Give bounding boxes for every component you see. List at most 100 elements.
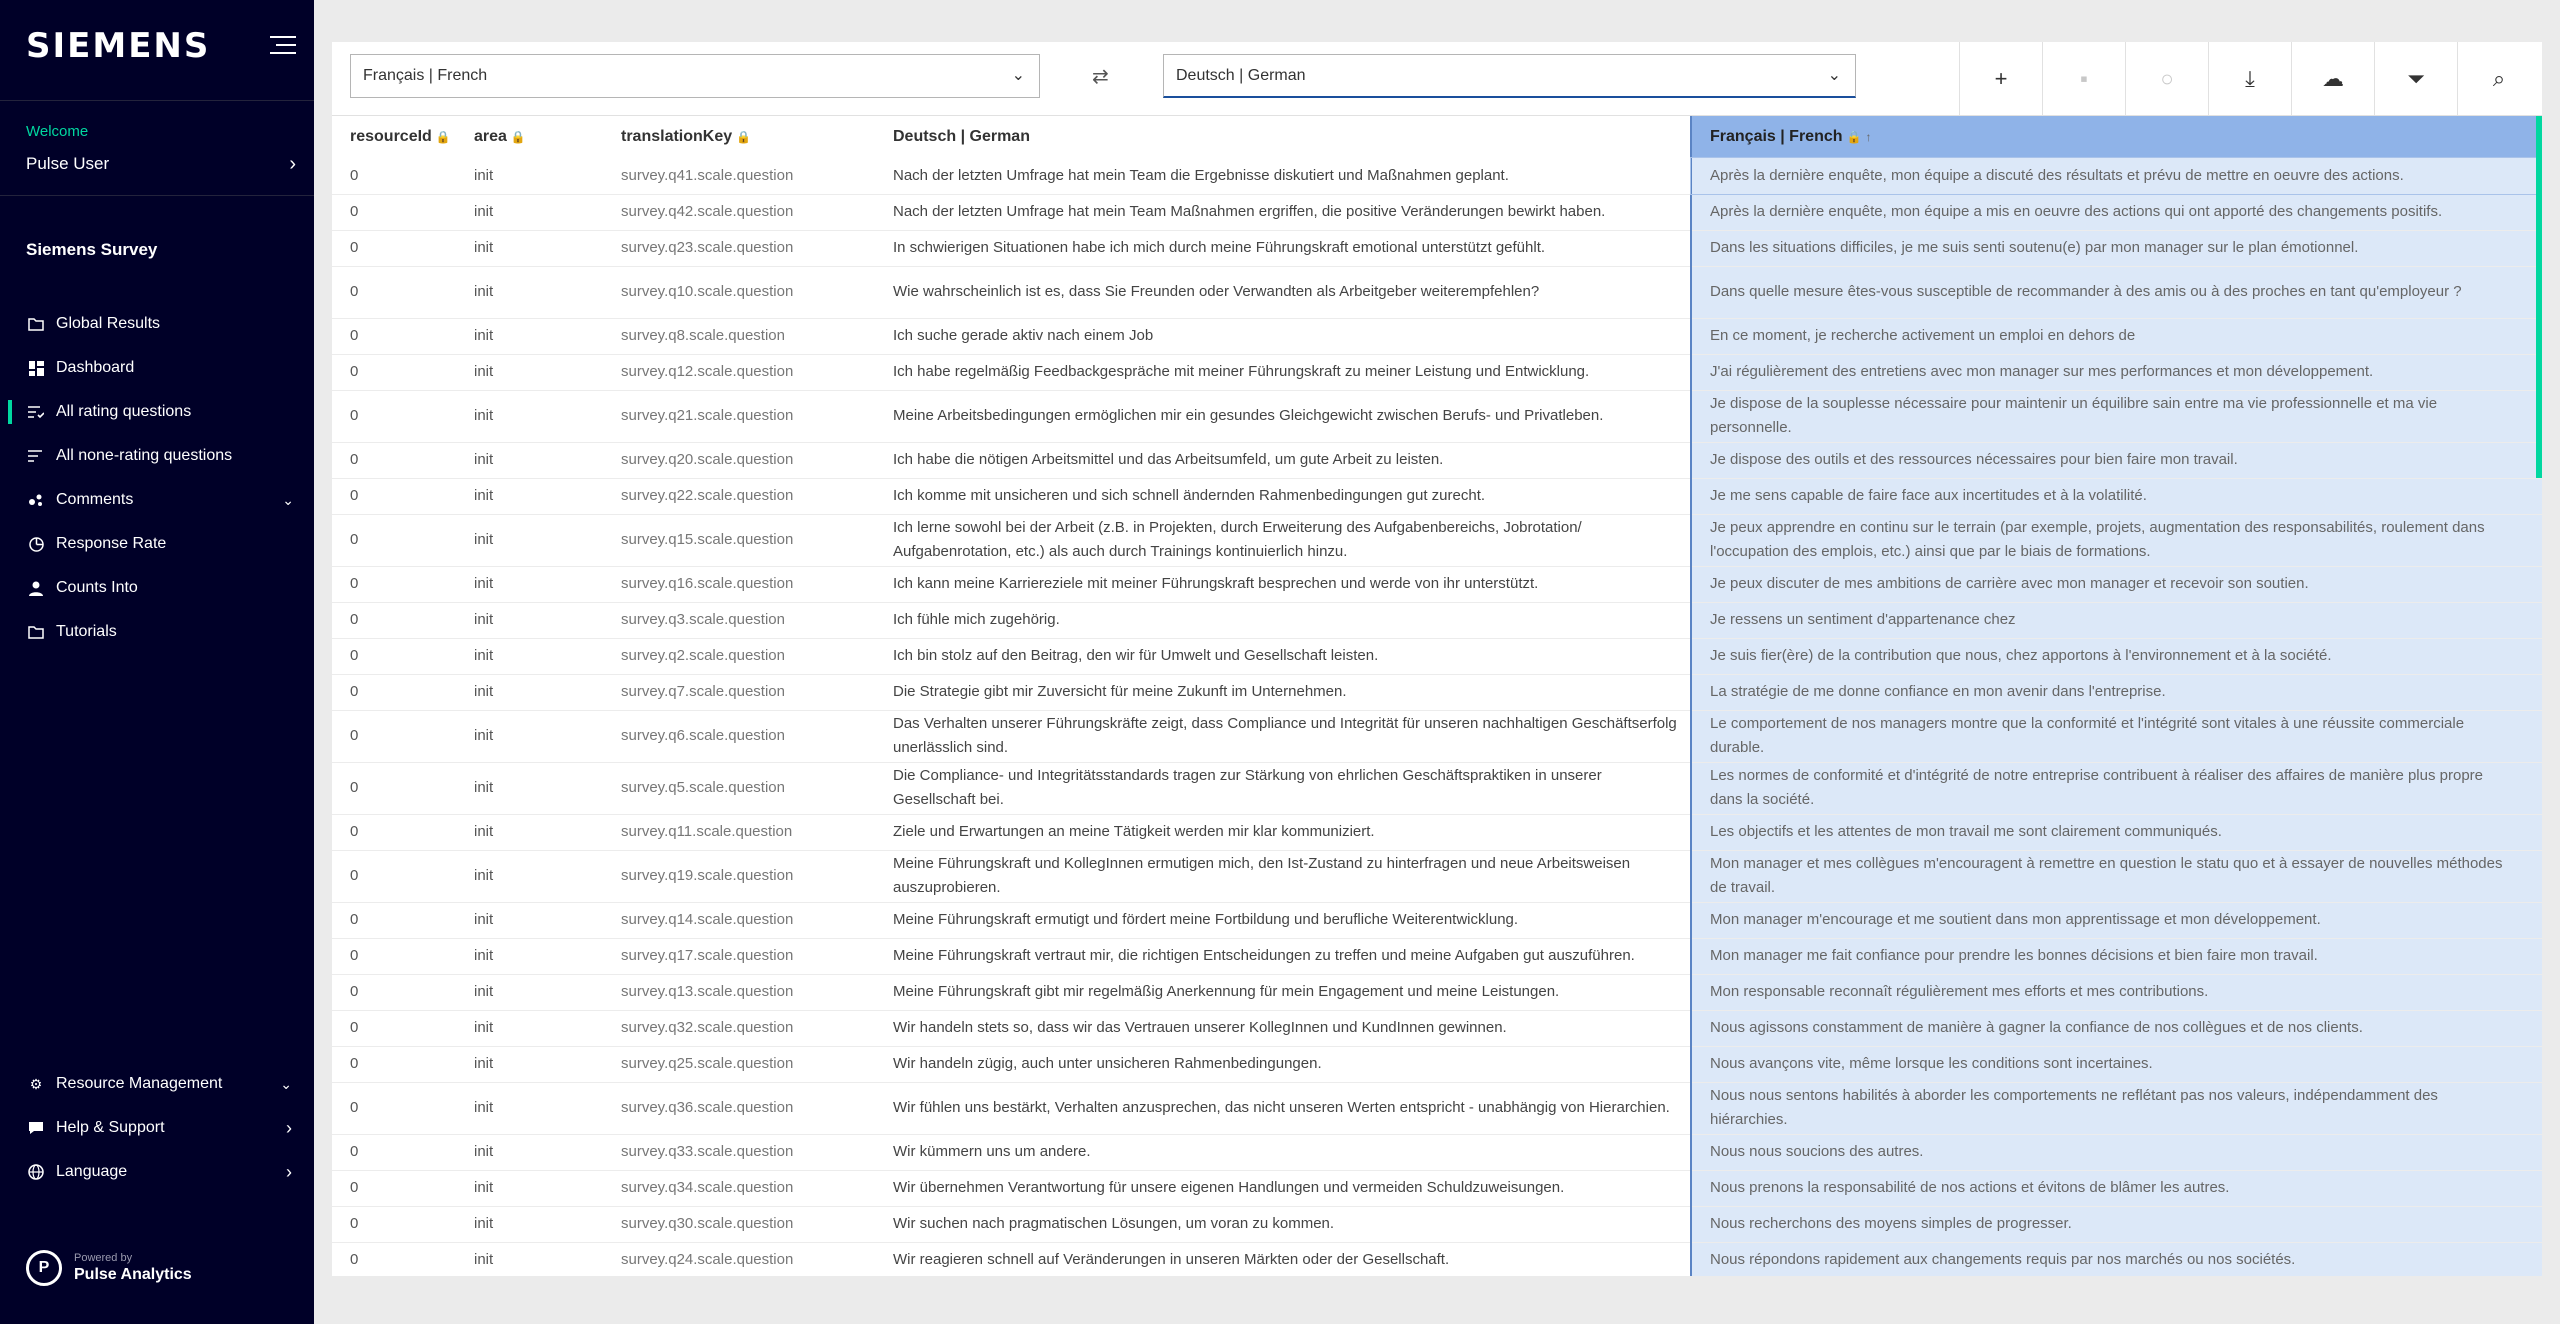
search-button[interactable]: ⌕ [2457,42,2540,116]
sidebar-item-dashboard[interactable]: Dashboard [0,346,314,390]
hamburger-menu-icon[interactable] [270,36,296,56]
cell-french[interactable]: Nous recherchons des moyens simples de p… [1690,1206,2542,1243]
cell-french[interactable]: Dans quelle mesure êtes-vous susceptible… [1690,266,2542,319]
cell-resource-id: 0 [332,266,456,319]
table-row[interactable]: 0 init survey.q16.scale.question Ich kann m… [332,566,2542,603]
save-button[interactable]: ▪ [2042,42,2125,116]
cell-french[interactable]: Je peux apprendre en continu sur le terr… [1690,514,2542,567]
table-row[interactable]: 0 init survey.q22.scale.question Ich komme … [332,478,2542,515]
cell-german: In schwierigen Situationen habe ich mich… [875,230,1691,267]
table-row[interactable]: 0 init survey.q10.scale.question Wie wahrsc… [332,266,2542,319]
cell-french[interactable]: Nous prenons la responsabilité de nos ac… [1690,1170,2542,1207]
cell-french[interactable]: Mon manager me fait confiance pour prend… [1690,938,2542,975]
table-row[interactable]: 0 init survey.q14.scale.question Meine Führ… [332,902,2542,939]
download-button[interactable]: ⤓ [2208,42,2291,116]
table-row[interactable]: 0 init survey.q2.scale.question Ich bin sto… [332,638,2542,675]
sidebar-item-tutorials[interactable]: Tutorials [0,610,314,654]
cell-french[interactable]: Je dispose de la souplesse nécessaire po… [1690,390,2542,443]
sidebar-item-comments[interactable]: Comments ⌄ [0,478,314,522]
target-language-select[interactable]: Deutsch | German ⌄ [1163,54,1856,98]
table-row[interactable]: 0 init survey.q6.scale.question Das Verhalt… [332,710,2542,763]
cell-french[interactable]: Mon manager et mes collègues m'encourage… [1690,850,2542,903]
cell-resource-id: 0 [332,902,456,939]
table-row[interactable]: 0 init survey.q19.scale.question Meine Führ… [332,850,2542,903]
cell-french[interactable]: Je suis fier(ère) de la contribution que… [1690,638,2542,675]
column-header-resource-id[interactable]: resourceId 🔒 [332,116,456,158]
cell-translation-key: survey.q11.scale.question [603,814,875,851]
table-row[interactable]: 0 init survey.q20.scale.question Ich habe d… [332,442,2542,479]
table-row[interactable]: 0 init survey.q21.scale.question Meine Arbe… [332,390,2542,443]
swap-languages-icon[interactable]: ⇄ [1092,64,1109,89]
table-row[interactable]: 0 init survey.q42.scale.question Nach der l… [332,194,2542,231]
source-language-select[interactable]: Français | French ⌄ [350,54,1040,98]
cell-french[interactable]: La stratégie de me donne confiance en mo… [1690,674,2542,711]
column-header-french[interactable]: Français | French 🔒 ↑ [1690,116,2542,158]
table-row[interactable]: 0 init survey.q7.scale.question Die Strateg… [332,674,2542,711]
sidebar-item-all-rating-questions[interactable]: All rating questions [0,390,314,434]
user-menu[interactable]: Pulse User › [26,151,296,177]
sidebar-item-all-none-rating-questions[interactable]: All none-rating questions [0,434,314,478]
table-row[interactable]: 0 init survey.q17.scale.question Meine Führ… [332,938,2542,975]
cell-french[interactable]: Après la dernière enquête, mon équipe a … [1690,157,2542,195]
filter-button[interactable]: ⏷ [2374,42,2457,116]
reset-button[interactable]: ○ [2125,42,2208,116]
cell-area: init [456,1170,603,1207]
cell-french[interactable]: Je me sens capable de faire face aux inc… [1690,478,2542,515]
add-button[interactable]: + [1959,42,2042,116]
sidebar-item-global-results[interactable]: Global Results [0,302,314,346]
download-icon: ⤓ [2245,66,2255,91]
table-row[interactable]: 0 init survey.q5.scale.question Die Complia… [332,762,2542,815]
cell-resource-id: 0 [332,850,456,903]
table-row[interactable]: 0 init survey.q13.scale.question Meine Führ… [332,974,2542,1011]
cell-french[interactable]: Je ressens un sentiment d'appartenance c… [1690,602,2542,639]
cell-french[interactable]: Nous avançons vite, même lorsque les con… [1690,1046,2542,1083]
table-row[interactable]: 0 init survey.q23.scale.question In schwier… [332,230,2542,267]
table-row[interactable]: 0 init survey.q34.scale.question Wir überne… [332,1170,2542,1207]
cell-translation-key: survey.q30.scale.question [603,1206,875,1243]
cell-translation-key: survey.q21.scale.question [603,390,875,443]
cell-french[interactable]: En ce moment, je recherche activement un… [1690,318,2542,355]
table-row[interactable]: 0 init survey.q41.scale.question Nach der l… [332,157,2542,195]
cell-resource-id: 0 [332,1010,456,1047]
cell-french[interactable]: Nous nous sentons habilités à aborder le… [1690,1082,2542,1135]
table-row[interactable]: 0 init survey.q8.scale.question Ich suche g… [332,318,2542,355]
table-row[interactable]: 0 init survey.q30.scale.question Wir suchen… [332,1206,2542,1243]
table-row[interactable]: 0 init survey.q33.scale.question Wir kümmer… [332,1134,2542,1171]
sidebar-item-counts-into[interactable]: Counts Into [0,566,314,610]
cell-french[interactable]: Je peux discuter de mes ambitions de car… [1690,566,2542,603]
cell-french[interactable]: Après la dernière enquête, mon équipe a … [1690,194,2542,231]
cell-french[interactable]: Dans les situations difficiles, je me su… [1690,230,2542,267]
column-header-german[interactable]: Deutsch | German [875,116,1691,158]
table-row[interactable]: 0 init survey.q11.scale.question Ziele und … [332,814,2542,851]
sidebar-item-response-rate[interactable]: Response Rate [0,522,314,566]
column-header-translation-key[interactable]: translationKey 🔒 [603,116,875,158]
sidebar-item-help-support[interactable]: Help & Support › [0,1106,314,1150]
cell-french[interactable]: Nous répondons rapidement aux changement… [1690,1242,2542,1276]
table-row[interactable]: 0 init survey.q36.scale.question Wir fühlen… [332,1082,2542,1135]
cell-area: init [456,1082,603,1135]
cell-french[interactable]: Je dispose des outils et des ressources … [1690,442,2542,479]
cell-german: Meine Arbeitsbedingungen ermöglichen mir… [875,390,1691,443]
cell-french[interactable]: Nous nous soucions des autres. [1690,1134,2542,1171]
table-row[interactable]: 0 init survey.q15.scale.question Ich lerne … [332,514,2542,567]
cell-french[interactable]: Mon responsable reconnaît régulièrement … [1690,974,2542,1011]
upload-button[interactable]: ☁ [2291,42,2374,116]
product-name: Pulse Analytics [74,1266,192,1283]
cell-french[interactable]: Les normes de conformité et d'intégrité … [1690,762,2542,815]
cell-french[interactable]: Les objectifs et les attentes de mon tra… [1690,814,2542,851]
cell-translation-key: survey.q13.scale.question [603,974,875,1011]
sidebar-item-language[interactable]: Language › [0,1150,314,1194]
table-row[interactable]: 0 init survey.q24.scale.question Wir reagie… [332,1242,2542,1276]
column-header-area[interactable]: area 🔒 [456,116,603,158]
sidebar-item-resource-management[interactable]: ⚙ Resource Management ⌄ [0,1062,314,1106]
cell-french[interactable]: Nous agissons constamment de manière à g… [1690,1010,2542,1047]
cell-french[interactable]: Le comportement de nos managers montre q… [1690,710,2542,763]
table-row[interactable]: 0 init survey.q3.scale.question Ich fühle m… [332,602,2542,639]
scrollbar[interactable] [2536,116,2542,478]
sidebar-nav: Global Results Dashboard All rating ques… [0,302,314,654]
cell-french[interactable]: J'ai régulièrement des entretiens avec m… [1690,354,2542,391]
table-row[interactable]: 0 init survey.q12.scale.question Ich habe r… [332,354,2542,391]
table-row[interactable]: 0 init survey.q25.scale.question Wir handel… [332,1046,2542,1083]
table-row[interactable]: 0 init survey.q32.scale.question Wir handel… [332,1010,2542,1047]
cell-french[interactable]: Mon manager m'encourage et me soutient d… [1690,902,2542,939]
